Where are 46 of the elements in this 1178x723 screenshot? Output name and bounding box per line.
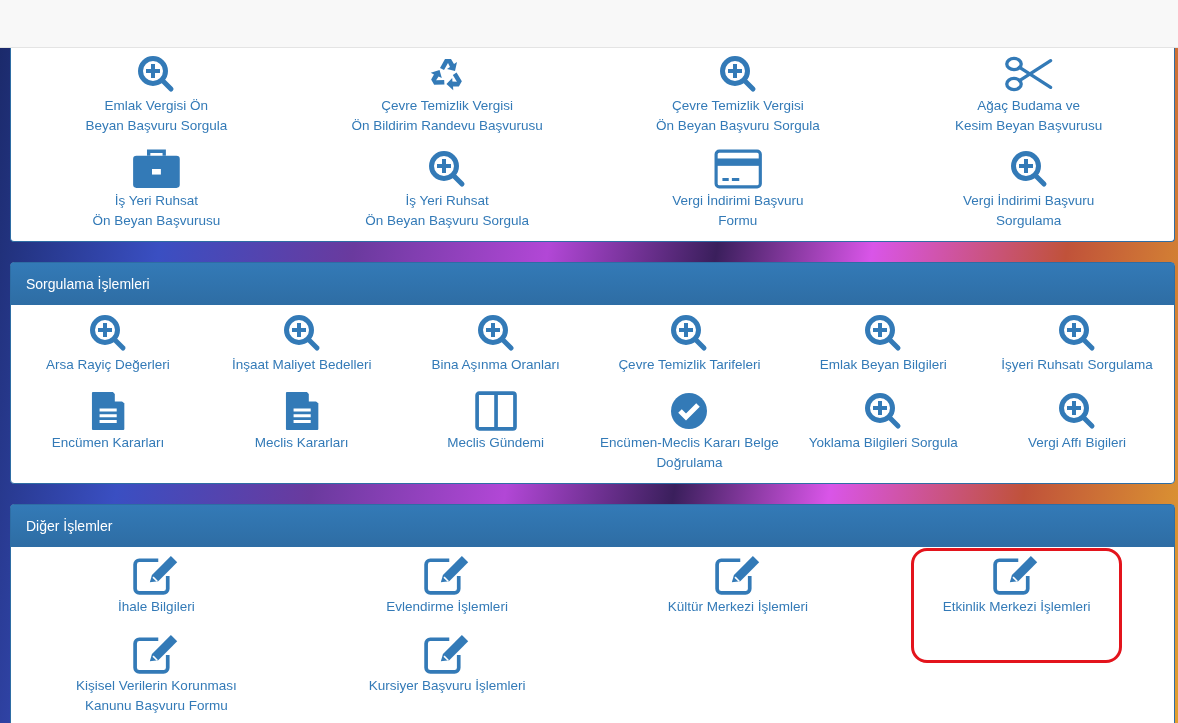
- service-link[interactable]: Kültür Merkezi İşlemleri: [667, 551, 808, 628]
- service-link[interactable]: Encümen-Meclis Kararı Belge Doğrulama: [600, 387, 779, 473]
- zoom-in-icon: [475, 313, 516, 353]
- service-link[interactable]: Arsa Rayiç Değerleri: [46, 309, 170, 385]
- edit-icon: [423, 634, 471, 674]
- edit-icon: [993, 555, 1040, 595]
- edit-icon: [133, 555, 180, 595]
- service-link[interactable]: Çevre Temizlik Vergisi Ön Bildirim Randevu Başvurusu: [351, 50, 543, 136]
- section-header: Sorgulama İşlemleri: [11, 263, 1174, 305]
- service-link[interactable]: Encümen Kararları: [51, 387, 165, 473]
- service-link[interactable]: Vergi İndirimi Başvuru Formu: [672, 145, 804, 231]
- edit-icon: [133, 634, 180, 674]
- service-link[interactable]: İş Yeri Ruhsat Ön Beyan Başvurusu: [92, 145, 221, 231]
- service-link[interactable]: Etkinlik Merkezi İşlemleri: [942, 551, 1091, 627]
- service-link[interactable]: İhale Bilgileri: [118, 551, 195, 628]
- zoom-in-icon: [1008, 149, 1049, 189]
- service-link[interactable]: Ağaç Budama ve Kesim Beyan Başvurusu: [955, 50, 1103, 136]
- columns-icon: [474, 391, 517, 431]
- zoom-in-icon: [717, 54, 758, 94]
- service-link[interactable]: Çevre Temizlik Tarifeleri: [618, 309, 761, 385]
- section-header: Diğer İşlemler: [11, 505, 1174, 547]
- service-link[interactable]: İnşaat Maliyet Bedelleri: [231, 309, 372, 385]
- edit-icon: [423, 555, 471, 595]
- check-circle-icon: [669, 391, 710, 431]
- scissors-icon: [1004, 54, 1054, 94]
- service-link[interactable]: Yoklama Bilgileri Sorgula: [808, 387, 958, 473]
- service-link[interactable]: Çevre Temizlik Vergisi Ön Beyan Başvuru Sorgula: [656, 50, 820, 136]
- service-link[interactable]: Kişisel Verilerin Korunması Kanunu Başvuru Formu: [76, 630, 237, 716]
- zoom-in-icon: [87, 313, 128, 353]
- service-link[interactable]: Meclis Kararları: [254, 387, 349, 473]
- edit-icon: [714, 555, 762, 595]
- service-link[interactable]: Vergi Affı Bigileri: [1028, 387, 1127, 473]
- credit-card-icon: [713, 149, 763, 189]
- document-icon: [90, 391, 126, 431]
- document-icon: [284, 391, 319, 431]
- service-link[interactable]: Bina Aşınma Oranları: [431, 309, 560, 385]
- briefcase-icon: [131, 149, 181, 189]
- service-link[interactable]: Emlak Vergisi Ön Beyan Başvuru Sorgula: [85, 50, 228, 136]
- service-link[interactable]: Kursiyer Başvuru İşlemleri: [368, 630, 526, 716]
- service-link[interactable]: İş Yeri Ruhsat Ön Beyan Başvuru Sorgula: [365, 145, 529, 231]
- service-link[interactable]: Emlak Beyan Bilgileri: [819, 309, 947, 385]
- service-link[interactable]: İşyeri Ruhsatı Sorgulama: [1001, 309, 1153, 385]
- service-link[interactable]: Evlendirme İşlemleri: [386, 551, 508, 628]
- service-link[interactable]: Vergi İndirimi Başvuru Sorgulama: [962, 145, 1095, 231]
- service-link[interactable]: Meclis Gündemi: [447, 387, 544, 473]
- zoom-in-icon: [281, 313, 322, 353]
